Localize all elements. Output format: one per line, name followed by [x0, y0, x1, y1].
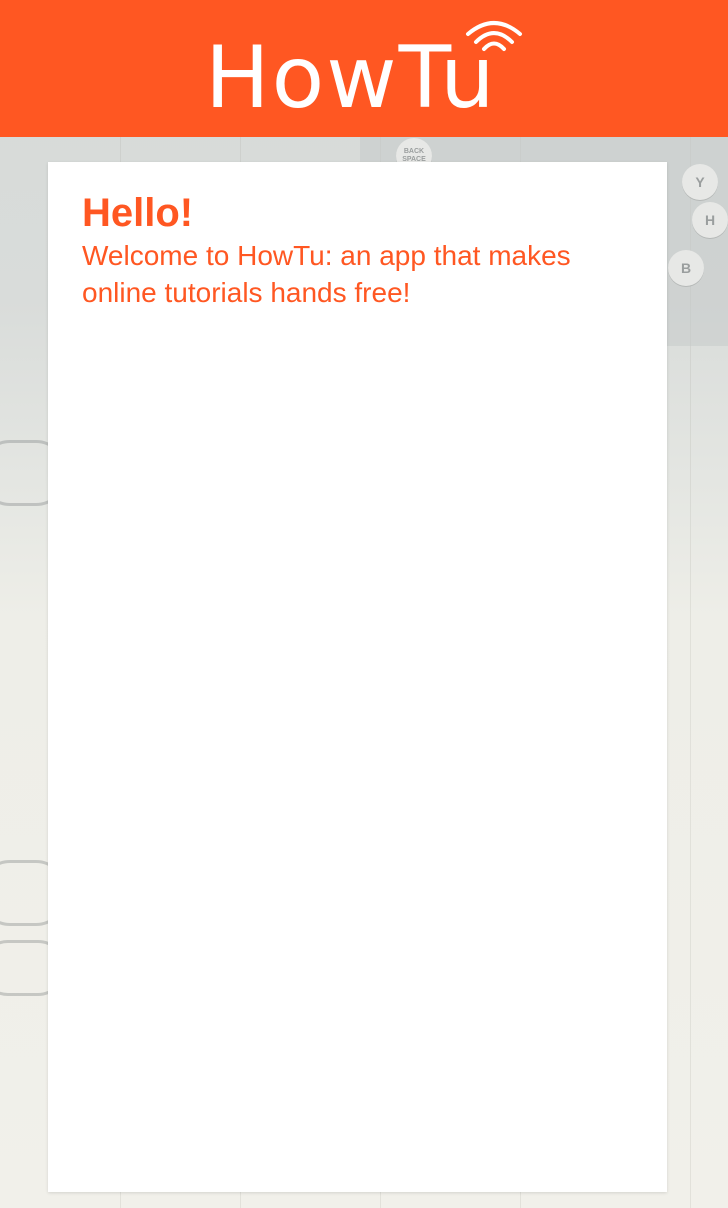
typewriter-key: Y — [682, 164, 718, 200]
app-logo: HowTu — [205, 28, 497, 128]
welcome-message: Welcome to HowTu: an app that makes onli… — [82, 240, 571, 308]
welcome-card: Hello! Welcome to HowTu: an app that mak… — [48, 162, 667, 1192]
typewriter-key: H — [692, 202, 728, 238]
greeting-heading: Hello! — [82, 191, 194, 235]
typewriter-key: B — [668, 250, 704, 286]
wifi-icon — [466, 21, 522, 51]
app-header: HowTu — [0, 0, 728, 137]
app-screen: BACK SPACE Y H B HowTu Hello! Welcome to… — [0, 0, 728, 1208]
